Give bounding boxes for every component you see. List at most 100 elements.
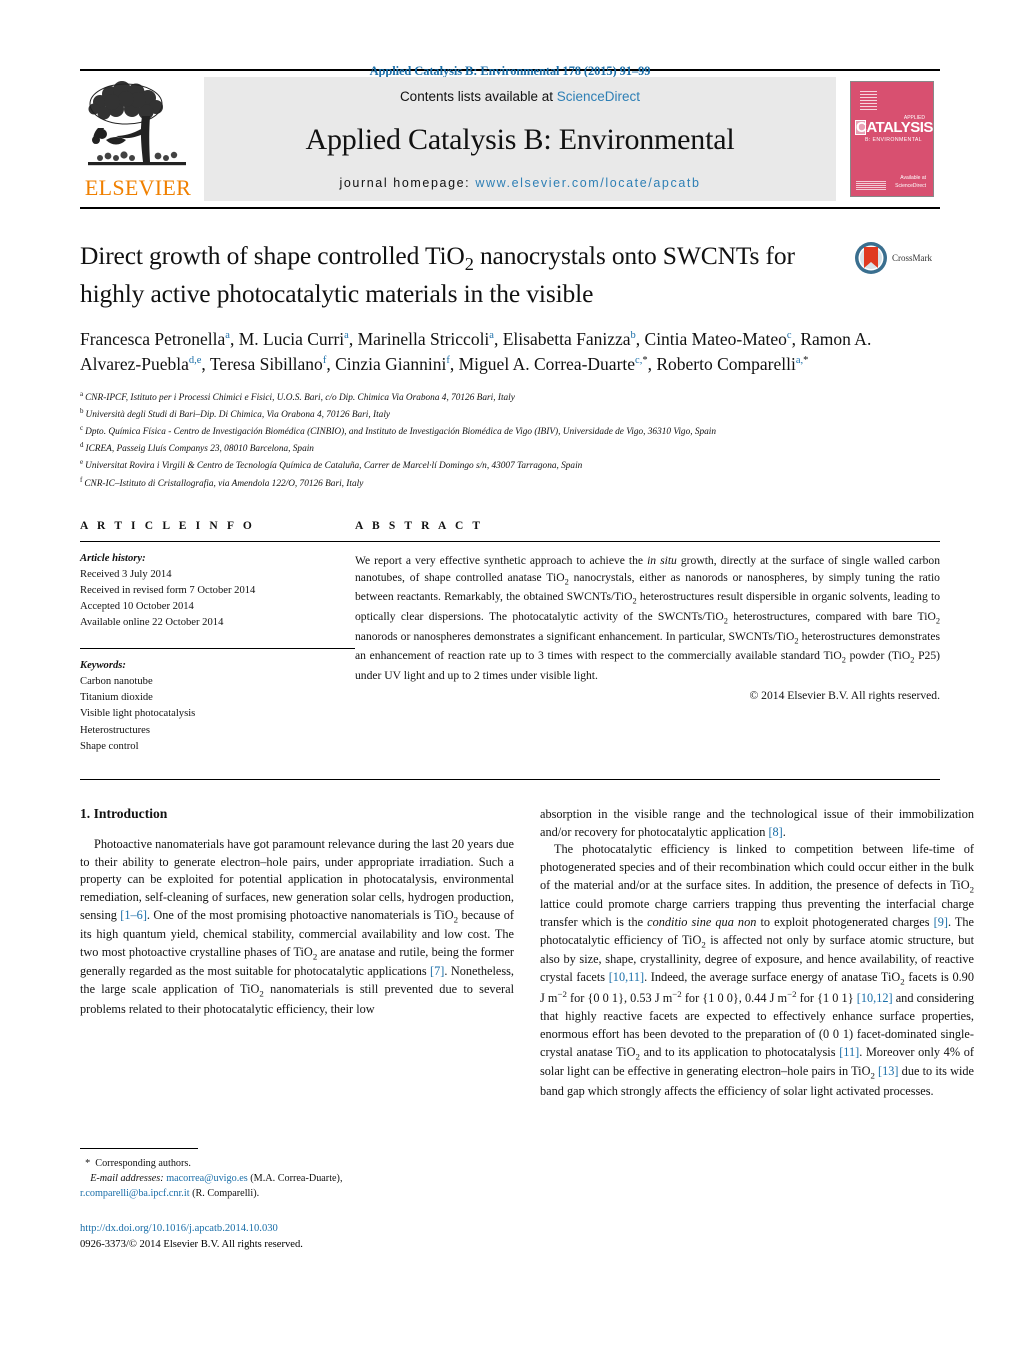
affiliation-label: d [80,441,84,450]
citation-ref[interactable]: [10,11] [609,970,644,984]
footnote-rule [80,1148,198,1149]
citation-ref[interactable]: [1–6] [120,908,147,922]
history-item: Accepted 10 October 2014 [80,600,194,612]
doi-link[interactable]: http://dx.doi.org/10.1016/j.apcatb.2014.… [80,1221,514,1237]
keywords-rule [80,648,355,650]
author-item: Roberto Comparellia,* [656,354,809,375]
affiliation-label: c [80,424,84,433]
article-info-column: A R T I C L E I N F O Article history: R… [80,520,355,755]
page-title: Direct growth of shape controlled TiO2 n… [80,241,795,308]
body-paragraph: absorption in the visible range and the … [540,806,974,839]
sciencedirect-link[interactable]: ScienceDirect [557,89,640,104]
author-item: Francesca Petronellaa [80,329,230,350]
body-columns: 1. Introduction Photoactive nanomaterial… [80,806,974,1101]
crossmark-icon [854,241,888,275]
doi-block: http://dx.doi.org/10.1016/j.apcatb.2014.… [80,1221,514,1253]
affiliation-item: e Universitat Rovira i Virgili & Centro d… [80,457,930,474]
crossmark-label: CrossMark [892,253,932,263]
footnote-text: * Corresponding authors. E-mail addresse… [80,1156,514,1201]
keyword-item: Visible light photocatalysis [80,708,196,720]
citation-ref[interactable]: [7] [430,964,444,978]
email-link-2[interactable]: r.comparelli@ba.ipcf.cnr.it [80,1188,190,1199]
body-paragraph: Photoactive nanomaterials have got param… [80,836,515,1016]
author-item: Elisabetta Fanizzab [502,329,636,350]
footnote-block: * Corresponding authors. E-mail addresse… [80,1148,514,1253]
citation-ref[interactable]: [13] [878,1064,899,1078]
history-item: Received in revised form 7 October 2014 [80,584,256,596]
keyword-item: Titanium dioxide [80,692,153,704]
affiliation-text: Dpto. Química Física - Centro de Investi… [85,427,717,438]
journal-title: Applied Catalysis B: Environmental [305,123,735,156]
contents-line: Contents lists available at ScienceDirec… [400,89,640,104]
journal-cover-block: APPLIED CATALYSIS B: ENVIRONMENTAL Avail… [844,77,940,201]
cover-footer-text: Available at ScienceDirect [895,175,926,189]
author-item: Cinzia Gianninif [335,354,450,375]
author-list: Francesca Petronellaa, M. Lucia Curria, … [80,329,872,375]
affiliation-item: f CNR-IC–Istituto di Cristallografia, via… [80,475,930,492]
article-info-heading: A R T I C L E I N F O [80,519,255,532]
info-abstract-row: A R T I C L E I N F O Article history: R… [80,520,940,755]
affiliation-text: CNR-IPCF, Istituto per i Processi Chimic… [85,392,515,403]
corresponding-authors-note: * Corresponding authors. [80,1158,191,1169]
elsevier-logo-block: ELSEVIER [80,77,196,201]
title-area: Direct growth of shape controlled TiO2 n… [80,239,940,310]
citation-ref[interactable]: [9] [934,915,948,929]
citation-ref[interactable]: [8] [768,825,782,839]
keyword-item: Heterostructures [80,724,151,736]
email-owner-2: (R. Comparelli). [192,1188,260,1200]
author-item: Marinella Striccolia [357,329,494,350]
journal-homepage-line: journal homepage: www.elsevier.com/locat… [340,176,701,190]
body-column-right: absorption in the visible range and the … [540,806,974,1101]
history-item: Available online 22 October 2014 [80,617,224,629]
elsevier-tree-icon [86,78,190,176]
email-addresses-line: E-mail addresses: macorrea@uvigo.es (M.A… [80,1171,514,1186]
affiliation-item: a CNR-IPCF, Istituto per i Processi Chimi… [80,389,930,406]
keyword-item: Shape control [80,740,139,752]
email-addresses-line-2: r.comparelli@ba.ipcf.cnr.it (R. Comparel… [80,1186,514,1201]
affiliation-label: a [80,389,84,398]
section-heading-introduction: 1. Introduction [80,805,168,821]
author-item: Cintia Mateo-Mateoc [644,329,792,350]
contents-prefix: Contents lists available at [399,89,557,104]
citation-ref[interactable]: [11] [839,1045,859,1059]
crossmark-badge[interactable]: CrossMark [854,241,940,275]
body-paragraph: The photocatalytic efficiency is linked … [540,842,975,1098]
author-item: Miguel A. Correa-Duartec,* [458,354,648,375]
abstract-column: A B S T R A C T We report a very effecti… [355,520,940,755]
elsevier-wordmark: ELSEVIER [84,175,192,200]
email-owner-1: (M.A. Correa-Duarte), [250,1173,343,1185]
keywords-block: Keywords: Carbon nanotube Titanium dioxi… [80,658,355,755]
homepage-url-link[interactable]: www.elsevier.com/locate/apcatb [475,176,700,190]
email-link-1[interactable]: macorrea@uvigo.es [166,1173,248,1184]
abstract-text: We report a very effective synthetic app… [355,553,940,682]
email-label: E-mail addresses: [90,1173,164,1185]
abstract-copyright: © 2014 Elsevier B.V. All rights reserved… [749,688,940,702]
affiliation-text: Università degli Studi di Bari–Dip. Di C… [85,410,391,421]
article-info-rule [80,540,355,542]
affiliation-item: b Università degli Studi di Bari–Dip. Di … [80,406,930,423]
issn-copyright-line: 0926-3373/© 2014 Elsevier B.V. All right… [80,1239,303,1251]
affiliation-label: e [80,458,84,467]
article-history-label: Article history: [80,552,146,564]
journal-banner: Contents lists available at ScienceDirec… [204,77,836,201]
cover-elsevier-icon [860,90,877,110]
running-head: Applied Catalysis B: Environmental 178 (… [369,64,651,78]
journal-cover-image: APPLIED CATALYSIS B: ENVIRONMENTAL Avail… [850,81,934,197]
cover-title: CATALYSIS [856,119,933,136]
journal-masthead: ELSEVIER Contents lists available at Sci… [80,69,940,209]
keywords-label: Keywords: [80,660,126,672]
affiliation-item: c Dpto. Química Física - Centro de Invest… [80,423,930,440]
affiliation-text: ICREA, Passeig Lluís Companys 23, 08010 … [85,444,314,455]
paper-page: Applied Catalysis B: Environmental 178 (… [0,0,1020,1351]
abstract-heading: A B S T R A C T [355,519,484,532]
article-history: Article history: Received 3 July 2014 Re… [80,551,355,631]
abstract-rule [355,540,940,542]
citation-ref[interactable]: [10,12] [857,992,893,1006]
affiliation-text: Universitat Rovira i Virgili & Centro de… [85,461,583,472]
body-column-left: 1. Introduction Photoactive nanomaterial… [80,806,514,1101]
history-item: Received 3 July 2014 [80,568,172,580]
keyword-item: Carbon nanotube [80,676,153,688]
affiliation-label: f [80,475,83,484]
author-item: Teresa Sibillanof [209,354,327,375]
